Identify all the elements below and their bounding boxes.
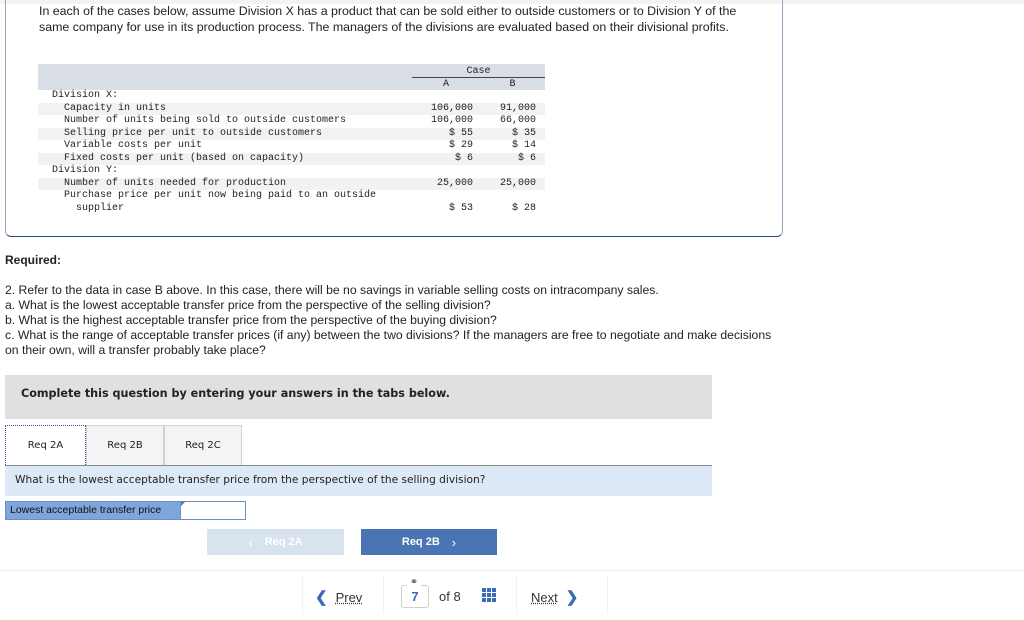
chevron-right-icon: ❯ bbox=[565, 589, 579, 606]
row-label: Variable costs per unit bbox=[64, 140, 203, 151]
tab-req-2a[interactable]: Req 2A bbox=[5, 425, 86, 467]
case-header-underline bbox=[412, 77, 545, 78]
case-a-value: 106,000 bbox=[430, 102, 473, 114]
table-row: Number of units being sold to outside cu… bbox=[38, 115, 545, 128]
pager-next-label: Next bbox=[531, 589, 558, 605]
case-b-value: $ 14 bbox=[511, 140, 536, 151]
link-icon: ⚭ bbox=[407, 578, 421, 588]
answer-label: Lowest acceptable transfer price bbox=[5, 501, 181, 520]
pager-divider bbox=[0, 570, 1024, 571]
grid-icon[interactable] bbox=[482, 588, 496, 602]
required-line: b. What is the highest acceptable transf… bbox=[5, 313, 497, 327]
table-row: Variable costs per unit $ 29 $ 14 bbox=[38, 140, 545, 153]
case-a-value: $ 55 bbox=[448, 127, 473, 139]
chevron-left-icon: ‹ bbox=[248, 534, 253, 550]
input-corner-marker bbox=[181, 502, 185, 506]
prev-tab-button[interactable]: ‹ Req 2A bbox=[207, 529, 344, 555]
case-b-value: $ 6 bbox=[517, 152, 536, 164]
required-line: 2. Refer to the data in case B above. In… bbox=[5, 283, 659, 297]
row-label: Division Y: bbox=[52, 165, 119, 176]
table-row: Number of units needed for production 25… bbox=[38, 177, 545, 190]
row-label: Number of units being sold to outside cu… bbox=[64, 115, 347, 126]
row-label: Fixed costs per unit (based on capacity) bbox=[64, 152, 305, 164]
next-tab-label: Req 2B bbox=[401, 536, 440, 548]
instructions-text: Complete this question by entering your … bbox=[21, 387, 450, 400]
table-header: Case A B bbox=[38, 64, 545, 90]
next-tab-button[interactable]: Req 2B › bbox=[361, 529, 497, 555]
case-b-value: 91,000 bbox=[499, 102, 536, 114]
row-label: Division X: bbox=[52, 90, 119, 101]
case-a-value: 106,000 bbox=[430, 115, 473, 126]
required-line: a. What is the lowest acceptable transfe… bbox=[5, 298, 491, 312]
case-b-value: 25,000 bbox=[499, 177, 536, 189]
question-text: What is the lowest acceptable transfer p… bbox=[15, 474, 486, 486]
pager-separator bbox=[302, 576, 303, 614]
case-a-value: 25,000 bbox=[436, 177, 473, 189]
question-bar: What is the lowest acceptable transfer p… bbox=[5, 466, 712, 496]
case-b-value: $ 28 bbox=[511, 202, 536, 214]
case-a-value: $ 29 bbox=[448, 140, 473, 151]
row-label-continuation: supplier bbox=[76, 202, 125, 214]
table-row: Selling price per unit to outside custom… bbox=[38, 127, 545, 140]
chevron-right-icon: › bbox=[451, 534, 457, 550]
pager-separator bbox=[607, 576, 608, 614]
chevron-left-icon: ❮ bbox=[315, 589, 328, 606]
row-label: Purchase price per unit now being paid t… bbox=[64, 190, 377, 201]
current-page-box[interactable]: 7 bbox=[401, 585, 429, 608]
row-label: Capacity in units bbox=[64, 102, 167, 114]
row-label: Selling price per unit to outside custom… bbox=[64, 127, 323, 139]
case-a-value: $ 53 bbox=[448, 202, 473, 214]
instructions-box: Complete this question by entering your … bbox=[5, 375, 712, 419]
pager-prev-label: Prev bbox=[335, 589, 363, 605]
column-header-a: A bbox=[442, 79, 449, 90]
page-count: of 8 bbox=[439, 589, 461, 604]
column-header-b: B bbox=[509, 79, 516, 90]
lowest-transfer-price-input[interactable] bbox=[180, 501, 246, 520]
pager-separator bbox=[516, 576, 517, 614]
case-b-value: 66,000 bbox=[499, 115, 536, 126]
tab-req-2c[interactable]: Req 2C bbox=[164, 425, 242, 465]
pager-prev-button[interactable]: ❮ Prev bbox=[315, 588, 362, 606]
problem-intro: In each of the cases below, assume Divis… bbox=[39, 4, 737, 34]
required-line: c. What is the range of acceptable trans… bbox=[5, 328, 772, 357]
table-row: Division Y: bbox=[38, 165, 545, 178]
table-row: Capacity in units 106,000 91,000 bbox=[38, 102, 545, 115]
prev-tab-label: Req 2A bbox=[264, 536, 303, 548]
pager-next-button[interactable]: Next ❯ bbox=[531, 588, 578, 606]
required-text: 2. Refer to the data in case B above. In… bbox=[5, 283, 775, 358]
table-row: Purchase price per unit now being paid t… bbox=[38, 190, 545, 215]
table-row: Fixed costs per unit (based on capacity)… bbox=[38, 152, 545, 165]
case-group-header: Case bbox=[466, 66, 491, 77]
case-data-table: Case A B Division X: Capacity in units 1… bbox=[38, 64, 545, 215]
pager-separator bbox=[383, 576, 384, 614]
tab-req-2b[interactable]: Req 2B bbox=[86, 425, 164, 465]
case-a-value: $ 6 bbox=[454, 152, 473, 164]
row-label: Number of units needed for production bbox=[64, 177, 287, 189]
table-row: Division X: bbox=[38, 90, 545, 103]
case-b-value: $ 35 bbox=[511, 127, 536, 139]
required-heading: Required: bbox=[5, 253, 62, 267]
